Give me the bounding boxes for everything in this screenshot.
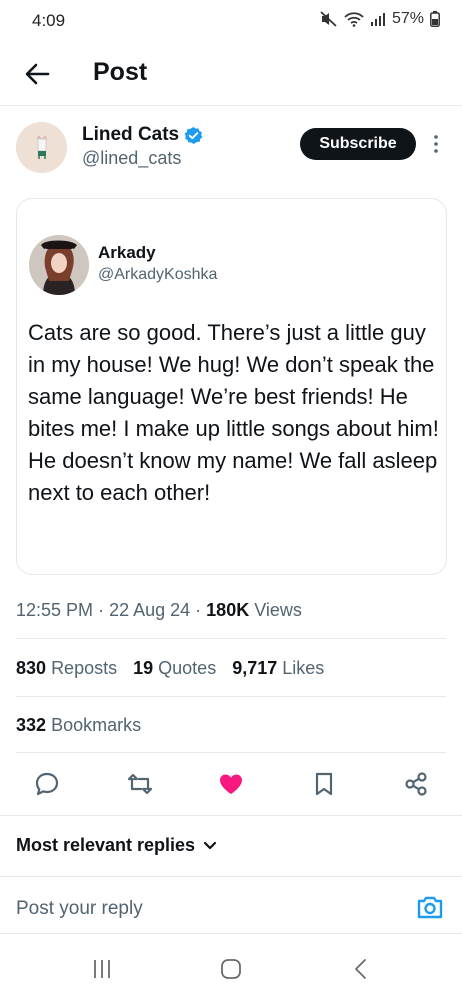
divider	[16, 752, 446, 753]
bookmarks-stat[interactable]: 332 Bookmarks	[16, 715, 141, 736]
top-bar: Post	[0, 44, 462, 106]
post-time: 12:55 PM	[16, 600, 94, 620]
author-name: Lined Cats	[82, 124, 180, 145]
replies-sort-dropdown[interactable]: Most relevant replies	[16, 835, 217, 856]
wifi-icon	[344, 11, 364, 27]
meta-separator: ·	[195, 600, 207, 620]
engagement-stats: 830 Reposts 19 Quotes 9,717 Likes	[16, 658, 324, 679]
quote-author-name[interactable]: Arkady	[98, 243, 156, 263]
post-author: Lined Cats @lined_cats Subscribe	[0, 106, 462, 192]
signal-icon	[370, 12, 386, 26]
reply-icon[interactable]	[33, 770, 61, 798]
post-meta: 12:55 PM · 22 Aug 24 · 180K Views	[16, 600, 302, 621]
back-arrow-icon[interactable]	[22, 59, 52, 89]
mute-icon	[320, 11, 338, 27]
views-label: Views	[254, 600, 302, 620]
reposts-stat[interactable]: 830 Reposts	[16, 658, 117, 679]
quotes-stat[interactable]: 19 Quotes	[133, 658, 216, 679]
page-title: Post	[93, 58, 148, 86]
share-icon[interactable]	[402, 770, 430, 798]
chevron-down-icon	[203, 841, 217, 849]
divider	[16, 696, 446, 697]
repost-icon[interactable]	[126, 770, 154, 798]
bookmark-icon[interactable]	[310, 770, 338, 798]
system-nav-bar	[0, 934, 462, 1000]
subscribe-button[interactable]: Subscribe	[300, 128, 416, 160]
likes-stat[interactable]: 9,717 Likes	[232, 658, 324, 679]
replies-sort-label: Most relevant replies	[16, 835, 196, 855]
battery-percent: 57%	[391, 10, 424, 27]
divider	[0, 815, 462, 816]
like-icon[interactable]	[217, 770, 245, 798]
author-name-row[interactable]: Lined Cats	[82, 124, 203, 146]
author-handle[interactable]: @lined_cats	[82, 148, 181, 169]
camera-icon[interactable]	[416, 894, 444, 920]
status-time: 4:09	[32, 11, 66, 30]
status-bar: 4:09 57%	[0, 0, 462, 44]
meta-separator: ·	[98, 600, 110, 620]
action-bar	[0, 770, 462, 800]
quote-author-avatar[interactable]	[29, 235, 89, 295]
status-icons: 57%	[320, 10, 440, 28]
quoted-post[interactable]: Arkady @ArkadyKoshka Cats are so good. T…	[16, 198, 447, 575]
back-icon[interactable]	[350, 958, 374, 980]
more-options-icon[interactable]	[430, 133, 442, 155]
home-icon[interactable]	[219, 958, 243, 980]
quote-author-handle[interactable]: @ArkadyKoshka	[98, 266, 217, 284]
divider	[16, 638, 446, 639]
post-date: 22 Aug 24	[109, 600, 191, 620]
views-count: 180K	[206, 600, 250, 620]
reply-input[interactable]: Post your reply	[16, 898, 143, 920]
reply-composer[interactable]: Post your reply	[0, 876, 462, 934]
author-avatar[interactable]	[16, 122, 67, 173]
recent-apps-icon[interactable]	[90, 958, 114, 980]
battery-icon	[430, 11, 440, 27]
verified-badge-icon	[184, 126, 203, 144]
quote-text: Cats are so good. There’s just a little …	[28, 320, 439, 505]
